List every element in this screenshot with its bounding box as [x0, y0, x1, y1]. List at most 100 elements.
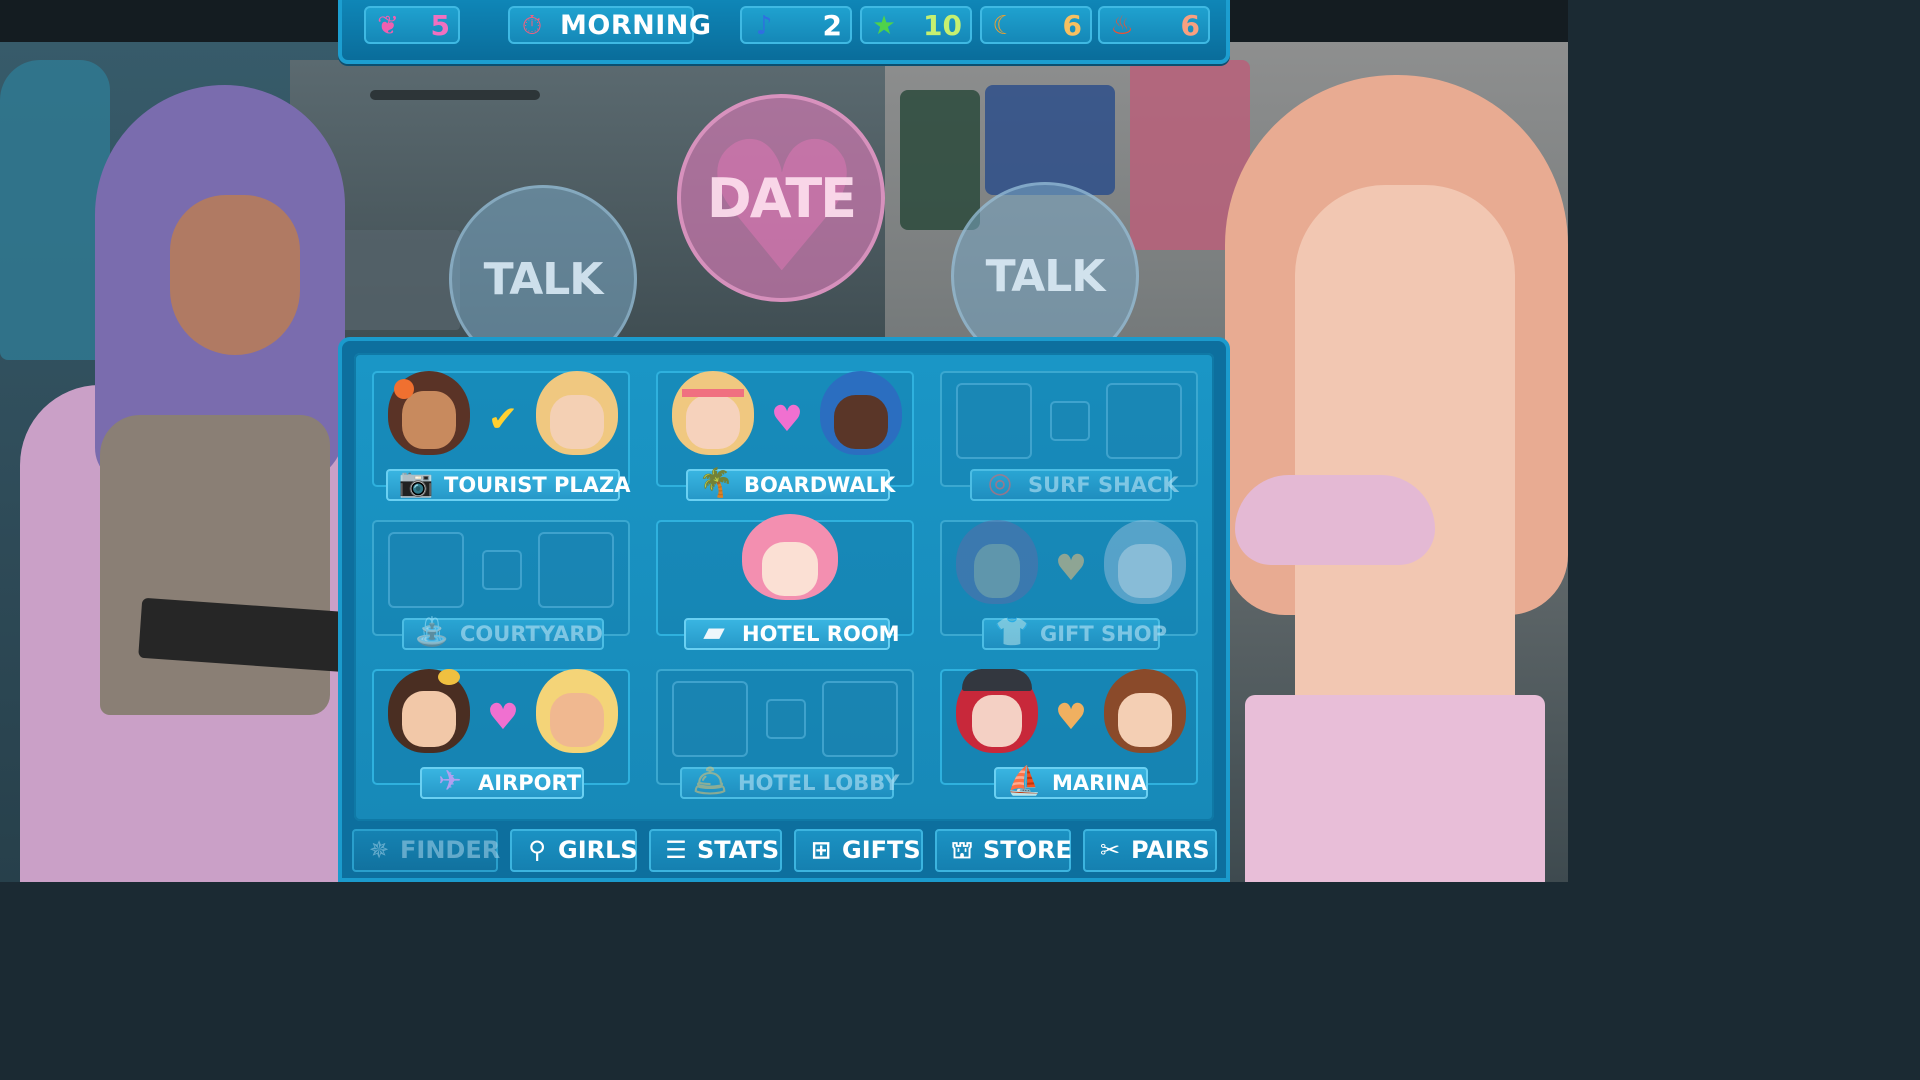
- location-name-bar: ✈ AIRPORT: [420, 764, 584, 799]
- girl-portrait[interactable]: [536, 371, 618, 455]
- tab-girls[interactable]: ⚲ GIRLS: [510, 829, 638, 872]
- time-of-day-label: MORNING: [560, 10, 712, 41]
- date-button[interactable]: ♥ DATE: [677, 94, 885, 313]
- butterfly-counter: ❦ 5: [364, 6, 460, 44]
- exclamation-heart-icon: ♥: [486, 697, 520, 738]
- empty-slot: [538, 532, 614, 608]
- location-name: BOARDWALK: [744, 473, 896, 497]
- empty-slot: [1050, 401, 1090, 441]
- star-count: 10: [923, 9, 962, 42]
- girl-portrait[interactable]: [820, 371, 902, 455]
- tab-gifts[interactable]: ⊞ GIFTS: [794, 829, 923, 872]
- location-name-bar: ▰ HOTEL ROOM: [684, 615, 900, 650]
- moon-count: 6: [1062, 9, 1082, 42]
- fountain-icon: ⛲: [414, 615, 450, 648]
- empty-slot: [482, 550, 522, 590]
- location-hotel-lobby[interactable]: 🛎 HOTEL LOBBY: [656, 669, 914, 799]
- girl-portrait[interactable]: [388, 371, 470, 455]
- girl-portrait[interactable]: [1104, 669, 1186, 753]
- empty-slot: [822, 681, 898, 757]
- location-gift-shop[interactable]: ♥ 👕 GIFT SHOP: [940, 520, 1198, 650]
- character-top: [1235, 475, 1435, 565]
- talk-label: TALK: [483, 253, 604, 305]
- flame-count: 6: [1180, 9, 1200, 42]
- star-counter: ★ 10: [860, 6, 972, 44]
- location-airport[interactable]: ♥ ✈ AIRPORT: [372, 669, 630, 799]
- exclamation-heart-icon: ♥: [770, 399, 804, 440]
- location-name: TOURIST PLAZA: [444, 473, 631, 497]
- flame-counter: ♨ 6: [1098, 6, 1210, 44]
- tab-label: FINDER: [400, 836, 501, 864]
- location-name: HOTEL ROOM: [742, 622, 900, 646]
- girl-portrait[interactable]: [672, 371, 754, 455]
- palm-tree-icon: 🌴: [698, 466, 734, 499]
- checkmark-icon: ✔: [487, 399, 519, 440]
- clothing-rack: [900, 90, 980, 230]
- shirt-icon: 👕: [994, 615, 1030, 648]
- location-name-bar: 🛎 HOTEL LOBBY: [680, 764, 899, 799]
- date-label: DATE: [706, 166, 857, 230]
- girl-portrait[interactable]: [742, 514, 838, 600]
- empty-slot: [766, 699, 806, 739]
- girl-character-left[interactable]: [20, 85, 352, 882]
- bag-icon: ⛫: [950, 836, 974, 864]
- location-boardwalk[interactable]: ♥ 🌴 BOARDWALK: [656, 371, 914, 501]
- location-name: MARINA: [1052, 771, 1147, 795]
- bars-icon: ☰: [665, 836, 687, 864]
- location-name: COURTYARD: [460, 622, 603, 646]
- empty-slot: [1106, 383, 1182, 459]
- butterfly-count: 5: [430, 9, 450, 42]
- location-grid: ✔ 📷 TOURIST PLAZA ♥ 🌴 BOARDWALK ◎ SURF S…: [354, 353, 1214, 821]
- ceiling-fan: [370, 90, 540, 100]
- empty-slot: [388, 532, 464, 608]
- moon-icon: ☾: [992, 11, 1016, 41]
- location-surf-shack[interactable]: ◎ SURF SHACK: [940, 371, 1198, 501]
- character-face: [170, 195, 300, 355]
- character-scarf: [100, 415, 330, 715]
- pillow-icon: ▰: [703, 615, 725, 648]
- girl-portrait[interactable]: [536, 669, 618, 753]
- girl-character-right[interactable]: [1225, 75, 1568, 882]
- empty-slot: [672, 681, 748, 757]
- location-name-bar: 👕 GIFT SHOP: [982, 615, 1167, 650]
- music-count: 2: [822, 9, 842, 42]
- sailboat-icon: ⛵: [1006, 764, 1042, 797]
- location-name-bar: ⛲ COURTYARD: [402, 615, 604, 650]
- butterfly-icon: ❦: [377, 11, 399, 41]
- airplane-icon: ✈: [438, 764, 462, 797]
- girl-portrait[interactable]: [956, 669, 1038, 753]
- gift-icon: ⊞: [810, 836, 832, 864]
- magnifier-icon: ⚲: [528, 836, 546, 864]
- scissors-icon: ✂: [1099, 836, 1121, 864]
- camera-icon: 📷: [398, 466, 434, 499]
- girl-portrait[interactable]: [388, 669, 470, 753]
- location-name: AIRPORT: [478, 771, 582, 795]
- talk-label: TALK: [985, 250, 1106, 302]
- broken-heart-icon: ♥: [1054, 548, 1088, 589]
- location-name: GIFT SHOP: [1040, 622, 1167, 646]
- location-name-bar: 🌴 BOARDWALK: [686, 466, 895, 501]
- tab-store[interactable]: ⛫ STORE: [935, 829, 1072, 872]
- flame-icon: ♨: [1110, 11, 1134, 41]
- tab-finder[interactable]: ✵ FINDER: [352, 829, 501, 872]
- empty-slot: [956, 383, 1032, 459]
- tab-stats[interactable]: ☰ STATS: [649, 829, 782, 872]
- service-bell-icon: 🛎: [692, 764, 728, 797]
- location-tourist-plaza[interactable]: ✔ 📷 TOURIST PLAZA: [372, 371, 630, 501]
- location-hotel-room[interactable]: ▰ HOTEL ROOM: [656, 514, 914, 650]
- time-of-day: ⏱ MORNING: [508, 6, 711, 44]
- compass-icon: ✵: [368, 836, 390, 864]
- location-courtyard[interactable]: ⛲ COURTYARD: [372, 520, 630, 650]
- location-name: HOTEL LOBBY: [738, 771, 900, 795]
- tab-label: GIFTS: [842, 836, 921, 864]
- tab-label: STORE: [983, 836, 1072, 864]
- status-bar: ❦ 5 ⏱ MORNING ♪ 2 ★ 10 ☾ 6 ♨ 6: [338, 0, 1230, 64]
- girl-portrait[interactable]: [1104, 520, 1186, 604]
- location-marina[interactable]: ♥ ⛵ MARINA: [940, 669, 1198, 799]
- girl-portrait[interactable]: [956, 520, 1038, 604]
- tab-pairs[interactable]: ✂ PAIRS: [1083, 829, 1217, 872]
- location-name-bar: ◎ SURF SHACK: [970, 466, 1179, 501]
- tab-label: PAIRS: [1131, 836, 1210, 864]
- music-note-icon: ♪: [755, 11, 773, 41]
- character-skirt: [1245, 695, 1545, 882]
